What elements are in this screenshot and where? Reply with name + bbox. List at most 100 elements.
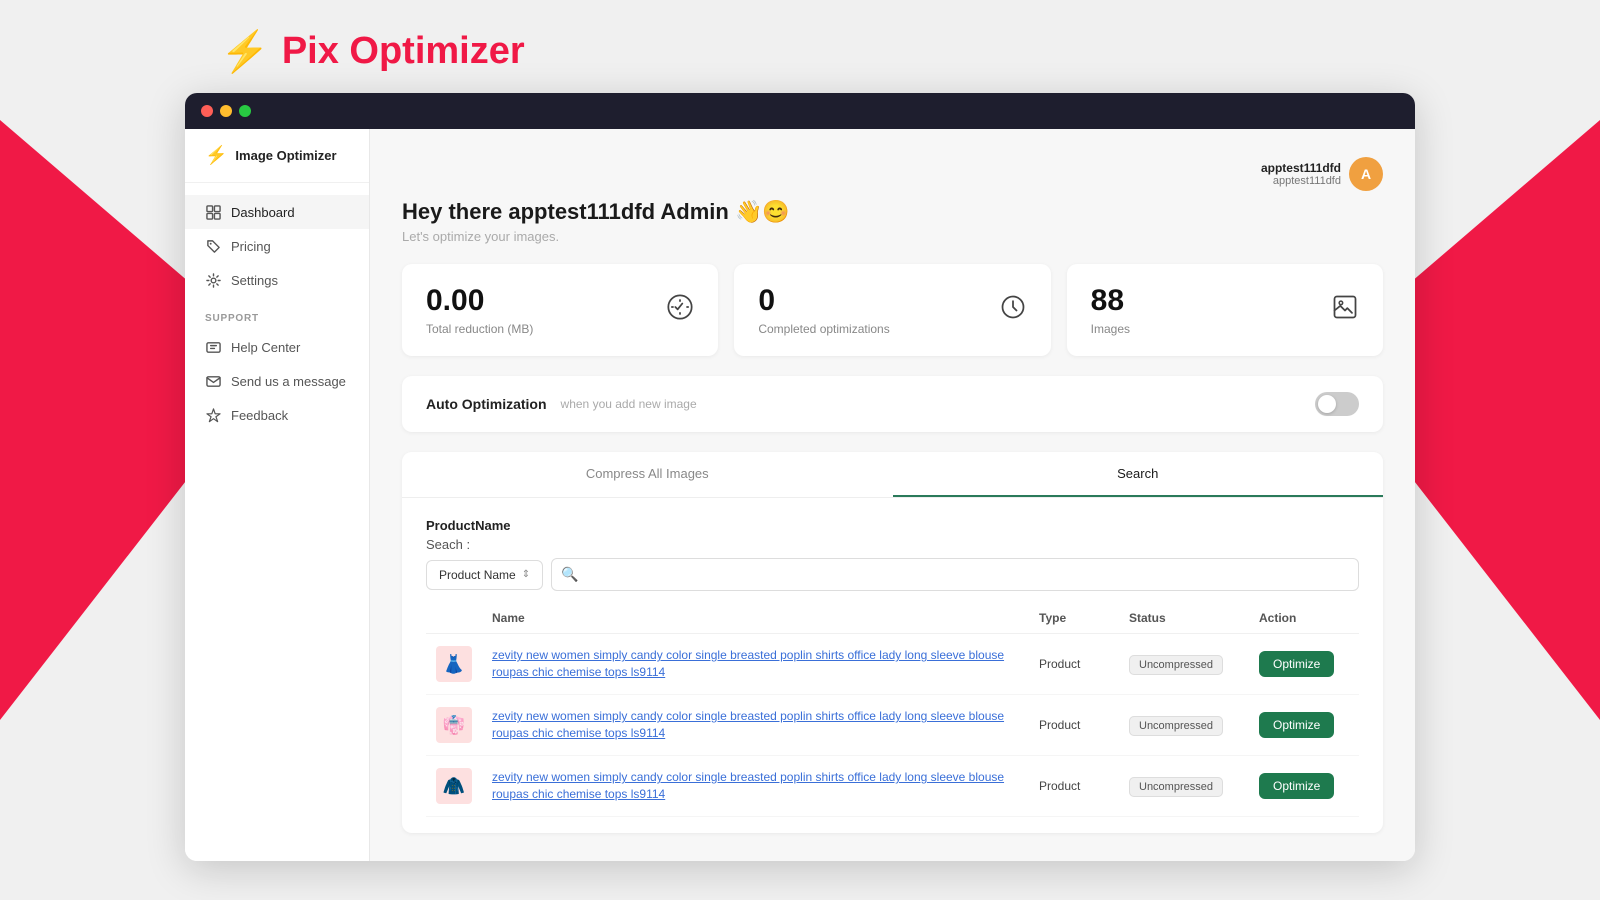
product-action-cell: Optimize	[1249, 695, 1359, 756]
search-input-wrapper: 🔍	[551, 558, 1359, 591]
sidebar-item-help-center[interactable]: Help Center	[185, 330, 369, 364]
product-type-cell: Product	[1029, 695, 1119, 756]
tab-search[interactable]: Search	[893, 452, 1384, 497]
product-thumbnail-cell: 👗	[426, 634, 482, 695]
minimize-dot[interactable]	[220, 105, 232, 117]
close-dot[interactable]	[201, 105, 213, 117]
sidebar-item-dashboard[interactable]: Dashboard	[185, 195, 369, 229]
search-colon-row: Seach :	[426, 537, 1359, 552]
brand-header: ⚡ Pix Optimizer	[0, 0, 1600, 93]
stat-icon-images	[1331, 293, 1359, 327]
pricing-label: Pricing	[231, 239, 271, 254]
product-link[interactable]: zevity new women simply candy color sing…	[492, 770, 1004, 801]
help-center-icon	[205, 339, 221, 355]
sidebar-item-send-message[interactable]: Send us a message	[185, 364, 369, 398]
sidebar-header: ⚡ Image Optimizer	[185, 129, 369, 183]
product-name-cell: zevity new women simply candy color sing…	[482, 634, 1029, 695]
stat-card-reduction: 0.00 Total reduction (MB)	[402, 264, 718, 356]
product-name-cell: zevity new women simply candy color sing…	[482, 756, 1029, 817]
product-image: 👘	[436, 707, 472, 743]
search-section: ProductName Seach : Product Name ⇕ 🔍	[402, 498, 1383, 603]
col-header-type: Type	[1029, 603, 1119, 634]
stat-label-images: Images	[1091, 322, 1130, 336]
user-email: apptest111dfd	[1261, 175, 1341, 187]
tabs-header: Compress All Images Search	[402, 452, 1383, 498]
feedback-icon	[205, 407, 221, 423]
sidebar-logo-icon: ⚡	[205, 145, 227, 166]
optimize-button[interactable]: Optimize	[1259, 651, 1334, 677]
chevron-down-icon: ⇕	[522, 569, 530, 580]
brand-logo-icon: ⚡	[220, 32, 270, 72]
stat-label-reduction: Total reduction (MB)	[426, 322, 533, 336]
optimize-button[interactable]: Optimize	[1259, 712, 1334, 738]
window-chrome	[185, 93, 1415, 129]
welcome-subtitle: Let's optimize your images.	[402, 229, 1383, 244]
product-action-cell: Optimize	[1249, 634, 1359, 695]
sidebar: ⚡ Image Optimizer Dashboard	[185, 129, 370, 861]
send-message-icon	[205, 373, 221, 389]
product-type-cell: Product	[1029, 756, 1119, 817]
product-image: 👗	[436, 646, 472, 682]
product-type-cell: Product	[1029, 634, 1119, 695]
table-wrapper: Name Type Status Action 👗 zevity new wom…	[402, 603, 1383, 833]
search-input[interactable]	[551, 558, 1359, 591]
send-message-label: Send us a message	[231, 374, 346, 389]
table-row: 🧥 zevity new women simply candy color si…	[426, 756, 1359, 817]
auto-optimization-bar: Auto Optimization when you add new image	[402, 376, 1383, 432]
stat-icon-completed	[999, 293, 1027, 327]
stat-card-completed: 0 Completed optimizations	[734, 264, 1050, 356]
col-header-action: Action	[1249, 603, 1359, 634]
optimize-button[interactable]: Optimize	[1259, 773, 1334, 799]
col-header-status: Status	[1119, 603, 1249, 634]
stat-value-reduction: 0.00	[426, 284, 533, 318]
sidebar-item-feedback[interactable]: Feedback	[185, 398, 369, 432]
user-avatar[interactable]: A	[1349, 157, 1383, 191]
stat-icon-reduction	[666, 293, 694, 327]
sidebar-item-pricing[interactable]: Pricing	[185, 229, 369, 263]
user-display-name: apptest111dfd	[1261, 161, 1341, 175]
table-row: 👗 zevity new women simply candy color si…	[426, 634, 1359, 695]
table-header: Name Type Status Action	[426, 603, 1359, 634]
welcome-section: Hey there apptest111dfd Admin 👋😊 Let's o…	[402, 199, 1383, 244]
product-action-cell: Optimize	[1249, 756, 1359, 817]
search-select-value: Product Name	[439, 568, 516, 582]
welcome-greeting: Hey there apptest111dfd Admin 👋😊	[402, 199, 1383, 225]
feedback-label: Feedback	[231, 408, 288, 423]
maximize-dot[interactable]	[239, 105, 251, 117]
auto-opt-subtitle: when you add new image	[561, 397, 697, 411]
status-badge: Uncompressed	[1129, 655, 1223, 675]
product-name-cell: zevity new women simply candy color sing…	[482, 695, 1029, 756]
table-row: 👘 zevity new women simply candy color si…	[426, 695, 1359, 756]
top-bar: apptest111dfd apptest111dfd A	[402, 157, 1383, 191]
search-select-dropdown[interactable]: Product Name ⇕	[426, 560, 543, 590]
product-link[interactable]: zevity new women simply candy color sing…	[492, 709, 1004, 740]
app-window: ⚡ Image Optimizer Dashboard	[185, 93, 1415, 861]
search-row: Product Name ⇕ 🔍	[426, 558, 1359, 591]
search-colon-label: Seach :	[426, 537, 470, 552]
status-badge: Uncompressed	[1129, 716, 1223, 736]
auto-opt-title: Auto Optimization	[426, 396, 547, 412]
tab-compress-all[interactable]: Compress All Images	[402, 452, 893, 497]
col-header-thumb	[426, 603, 482, 634]
stat-value-completed: 0	[758, 284, 889, 318]
dashboard-label: Dashboard	[231, 205, 295, 220]
product-image: 🧥	[436, 768, 472, 804]
main-content: apptest111dfd apptest111dfd A Hey there …	[370, 129, 1415, 861]
product-status-cell: Uncompressed	[1119, 634, 1249, 695]
auto-opt-toggle[interactable]	[1315, 392, 1359, 416]
product-thumbnail-cell: 👘	[426, 695, 482, 756]
brand-title: Pix Optimizer	[282, 30, 525, 73]
search-icon: 🔍	[561, 566, 578, 583]
sidebar-navigation: Dashboard Pricing	[185, 183, 369, 444]
auto-opt-left: Auto Optimization when you add new image	[426, 396, 697, 412]
help-center-label: Help Center	[231, 340, 300, 355]
products-table: Name Type Status Action 👗 zevity new wom…	[426, 603, 1359, 817]
table-body: 👗 zevity new women simply candy color si…	[426, 634, 1359, 817]
search-field-label: ProductName	[426, 518, 511, 533]
support-section-label: SUPPORT	[185, 297, 369, 330]
sidebar-item-settings[interactable]: Settings	[185, 263, 369, 297]
sidebar-app-title: Image Optimizer	[235, 148, 336, 163]
search-label-row: ProductName	[426, 518, 1359, 533]
product-link[interactable]: zevity new women simply candy color sing…	[492, 648, 1004, 679]
tabs-container: Compress All Images Search ProductName S…	[402, 452, 1383, 833]
